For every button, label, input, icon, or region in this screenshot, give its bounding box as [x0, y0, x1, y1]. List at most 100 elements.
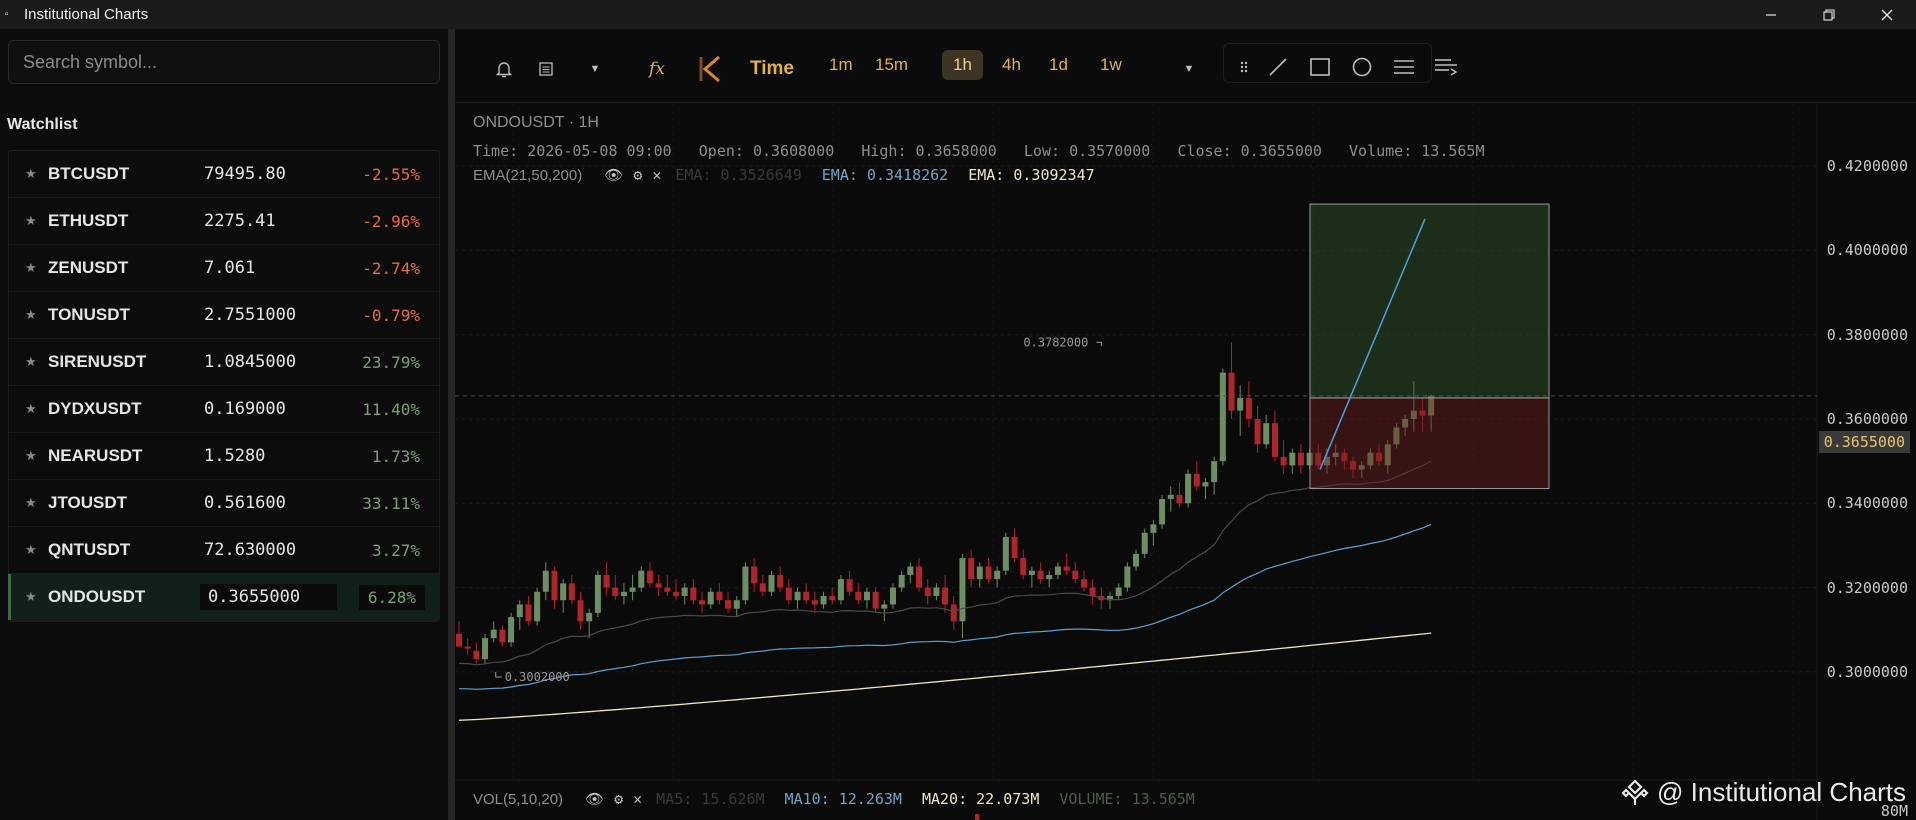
candle-body: [664, 587, 671, 592]
candle-body: [1297, 452, 1304, 466]
candle-body: [759, 583, 766, 592]
watchlist-price: 1.0845000: [204, 352, 297, 372]
star-icon[interactable]: ★: [25, 401, 37, 417]
candle-body: [699, 600, 706, 605]
watchlist-symbol: ZENUSDT: [48, 258, 129, 277]
star-icon[interactable]: ★: [25, 260, 37, 276]
candle-body: [890, 587, 896, 605]
star-icon[interactable]: ★: [25, 354, 37, 370]
candle-body: [985, 566, 992, 580]
candle-body: [1063, 566, 1070, 571]
candle-body: [898, 574, 905, 588]
circle-icon[interactable]: [1349, 55, 1375, 79]
current-price-label: 0.3655000: [1818, 431, 1910, 453]
timeframe-1m[interactable]: 1m: [818, 50, 864, 80]
star-icon[interactable]: ★: [25, 166, 37, 182]
watchlist-change: 11.40%: [362, 399, 420, 419]
low-annotation-marker: [495, 672, 502, 678]
minimize-icon[interactable]: [1742, 0, 1800, 29]
candle-body: [829, 596, 836, 601]
text-lines-icon[interactable]: [1433, 55, 1459, 79]
timeframe-dropdown-chevron-icon[interactable]: ▼: [1181, 55, 1197, 83]
candle-body: [534, 591, 541, 622]
candle-body: [968, 558, 975, 580]
window-controls: [1742, 0, 1916, 29]
low-label: Low:: [1023, 142, 1061, 160]
watchlist-price: 0.3655000: [200, 584, 337, 610]
watchlist-symbol: TONUSDT: [48, 305, 130, 324]
high-annotation-marker: [1096, 341, 1102, 347]
restore-icon[interactable]: [1800, 0, 1858, 29]
volume-ma-value-0: MA5: 15.626M: [656, 790, 765, 808]
chart-area[interactable]: 0.3782000 0.3002000 ONDOUSDT · 1H Time: 2…: [455, 104, 1916, 820]
close-icon[interactable]: [1858, 0, 1916, 29]
candle-body: [846, 579, 853, 592]
watchlist-row-qntusdt[interactable]: ★ QNTUSDT 72.630000 3.27%: [9, 527, 439, 574]
star-icon[interactable]: ★: [25, 495, 37, 511]
rectangle-icon[interactable]: [1307, 55, 1333, 79]
candle-body: [681, 587, 688, 596]
position-loss-zone: [1309, 397, 1550, 490]
star-icon[interactable]: ★: [25, 213, 37, 229]
watchlist-row-dydxusdt[interactable]: ★ DYDXUSDT 0.169000 11.40%: [9, 386, 439, 433]
sidebar-splitter[interactable]: [448, 29, 455, 820]
remove-indicator-close-icon[interactable]: ✕: [633, 790, 642, 808]
watchlist-row-jtousdt[interactable]: ★ JTOUSDT 0.561600 33.11%: [9, 480, 439, 527]
watchlist-row-sirenusdt[interactable]: ★ SIRENUSDT 1.0845000 23.79%: [9, 339, 439, 386]
watchlist-change: 6.28%: [358, 584, 425, 610]
watchlist-symbol: QNTUSDT: [48, 540, 131, 559]
volume-value: 13.565M: [1421, 142, 1485, 160]
eye-icon[interactable]: 👁: [585, 790, 604, 808]
chart-symbol-title: ONDOUSDT · 1H: [473, 114, 599, 131]
star-icon[interactable]: ★: [25, 448, 37, 464]
price-chart[interactable]: 0.3782000 0.3002000: [455, 104, 1916, 820]
price-axis-tick: 0.4200000: [1826, 157, 1908, 176]
candle-body: [690, 587, 697, 601]
watchlist-row-ondousdt[interactable]: ★ ONDOUSDT 0.3655000 6.28%: [8, 574, 439, 621]
watchlist-symbol: ETHUSDT: [48, 211, 129, 230]
timeframe-1h[interactable]: 1h: [942, 50, 983, 80]
search-input[interactable]: [8, 40, 440, 84]
star-icon[interactable]: ★: [25, 542, 37, 558]
candle-body: [1115, 587, 1122, 596]
eye-icon[interactable]: 👁: [604, 166, 623, 184]
watchlist-row-zenusdt[interactable]: ★ ZENUSDT 7.061 -2.74%: [9, 245, 439, 292]
indicators-fx-button[interactable]: fx: [642, 55, 672, 83]
watchlist-row-btcusdt[interactable]: ★ BTCUSDT 79495.80 -2.55%: [9, 151, 439, 198]
watchlist-price: 0.169000: [204, 399, 286, 419]
drag-handle-icon[interactable]: [1231, 55, 1257, 79]
trend-line-icon[interactable]: [1265, 55, 1291, 79]
watchlist-row-tonusdt[interactable]: ★ TONUSDT 2.7551000 -0.79%: [9, 292, 439, 339]
alert-bell-icon[interactable]: [489, 55, 519, 83]
ema-legend: EMA(21,50,200) 👁 ⚙ ✕ EMA: 0.3526649 EMA: …: [473, 166, 1095, 184]
time-label[interactable]: Time: [748, 55, 796, 83]
watchlist-row-ethusdt[interactable]: ★ ETHUSDT 2275.41 -2.96%: [9, 198, 439, 245]
timeframe-4h[interactable]: 4h: [991, 50, 1032, 80]
candle-body: [716, 591, 723, 601]
candle-body: [1133, 553, 1140, 567]
candle-type-icon[interactable]: [697, 55, 723, 83]
candle-body: [855, 591, 862, 601]
volume-legend: VOL(5,10,20) 👁 ⚙ ✕ MA5: 15.626M MA10: 12.…: [473, 790, 1195, 808]
settings-gear-icon[interactable]: ⚙: [633, 166, 642, 184]
watchlist-change: 23.79%: [362, 352, 420, 372]
settings-gear-icon[interactable]: ⚙: [614, 790, 623, 808]
price-axis-tick: 0.4000000: [1826, 241, 1908, 260]
parallel-lines-icon[interactable]: [1391, 55, 1417, 79]
watermark-text: @ Institutional Charts: [1657, 777, 1906, 807]
star-icon[interactable]: ★: [25, 307, 37, 323]
candle-body: [907, 566, 914, 575]
timeframe-1w[interactable]: 1w: [1089, 50, 1133, 80]
star-icon[interactable]: ★: [25, 589, 37, 605]
template-dropdown-chevron-icon[interactable]: ▼: [587, 55, 603, 83]
candle-body: [1185, 473, 1192, 504]
template-icon[interactable]: [531, 55, 561, 83]
timeframe-1d[interactable]: 1d: [1038, 50, 1079, 80]
candle-body: [1245, 397, 1252, 419]
candle-body: [751, 566, 758, 584]
timeframe-15m[interactable]: 15m: [864, 50, 919, 80]
remove-indicator-close-icon[interactable]: ✕: [652, 166, 661, 184]
watchlist-row-nearusdt[interactable]: ★ NEARUSDT 1.5280 1.73%: [9, 433, 439, 480]
watchlist-change: 1.73%: [371, 446, 420, 466]
volume-bar: [975, 814, 979, 820]
